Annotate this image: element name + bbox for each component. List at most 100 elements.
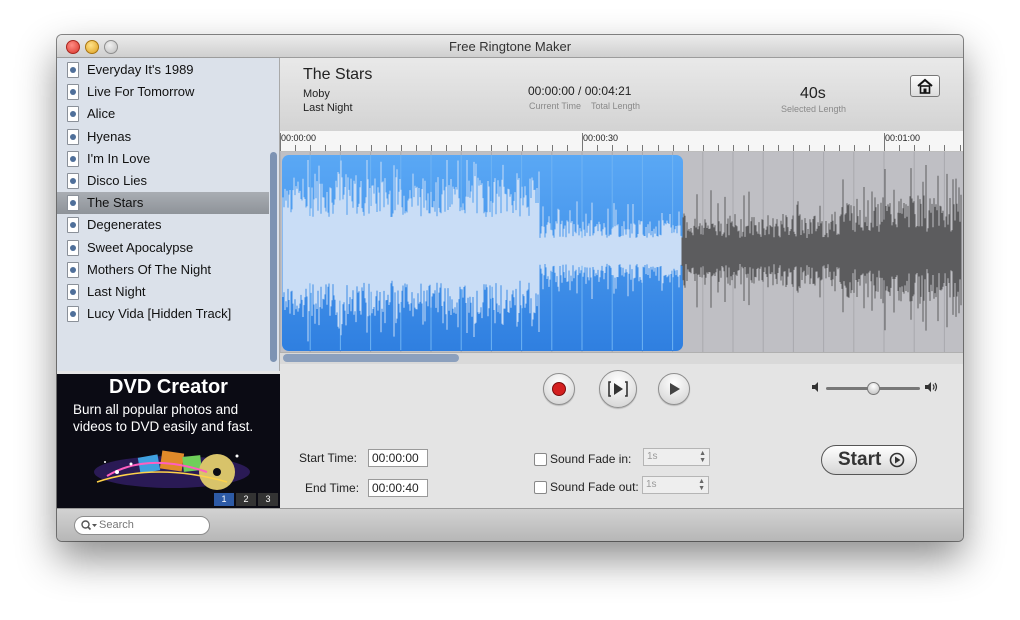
selected-length-value: 40s [800, 85, 826, 102]
track-item[interactable]: Last Night [57, 281, 269, 303]
music-file-icon [67, 284, 79, 300]
ruler-label: 00:01:00 [885, 133, 921, 143]
play-selection-button[interactable] [599, 370, 637, 408]
music-file-icon [67, 306, 79, 323]
ruler-tick [612, 145, 614, 151]
ruler-tick [521, 145, 523, 151]
ruler-tick [370, 145, 372, 151]
track-item[interactable]: I'm In Love [57, 148, 269, 170]
start-button[interactable]: Start [821, 445, 917, 475]
ruler-tick [627, 145, 629, 151]
unselected-waveform [681, 165, 962, 331]
track-item[interactable]: Disco Lies [57, 170, 269, 192]
ad-banner[interactable]: DVD Creator Burn all popular photos and … [57, 374, 280, 508]
play-button[interactable] [658, 373, 690, 405]
controls-panel: Start Time: End Time: Sound Fade in: 1s … [280, 364, 963, 508]
ruler-tick [672, 145, 674, 151]
ruler-tick [400, 145, 402, 151]
timeline-ruler[interactable]: 00:00:00 00:00:30 00:01:00 [280, 131, 963, 152]
ruler-tick [385, 145, 387, 151]
track-item[interactable]: Alice [57, 103, 269, 125]
music-file-icon [67, 239, 79, 256]
music-file-icon [67, 261, 79, 278]
ruler-tick [506, 145, 508, 151]
waveform-area[interactable] [279, 152, 963, 352]
ad-page-button[interactable]: 1 [214, 493, 234, 506]
ruler-tick [763, 145, 765, 151]
ruler-tick [461, 145, 463, 151]
fade-out-checkbox[interactable] [534, 481, 547, 494]
ruler-tick [929, 145, 931, 151]
stepper-arrows-icon[interactable]: ▲ ▼ [698, 478, 705, 492]
ruler-tick [733, 145, 734, 151]
music-file-icon [67, 128, 79, 145]
track-item[interactable]: Degenerates [57, 214, 269, 236]
ruler-tick [657, 145, 659, 151]
track-item[interactable]: Live For Tomorrow [57, 81, 269, 103]
track-item[interactable]: Mothers Of The Night [57, 259, 269, 281]
track-item[interactable]: Hyenas [57, 126, 269, 148]
track-label: Lucy Vida [Hidden Track] [87, 306, 232, 322]
waveform-scroll-thumb[interactable] [283, 354, 459, 362]
ruler-tick [415, 145, 417, 151]
ruler-label: 00:00:00 [281, 133, 317, 143]
fade-in-checkbox[interactable] [534, 453, 547, 466]
track-item[interactable]: Sweet Apocalypse [57, 237, 269, 259]
start-arrow-icon [889, 452, 905, 468]
ad-page-button[interactable]: 2 [236, 493, 256, 506]
ruler-tick [868, 145, 870, 151]
title-bar: Free Ringtone Maker [57, 35, 963, 58]
ruler-tick [778, 145, 780, 151]
stepper-arrows-icon[interactable]: ▲ ▼ [699, 450, 706, 464]
search-field[interactable] [74, 516, 210, 535]
music-file-icon [67, 106, 79, 123]
ruler-tick [340, 145, 342, 151]
track-item[interactable]: The Stars [57, 192, 269, 215]
ruler-tick [491, 145, 493, 151]
ruler-tick [838, 145, 840, 151]
ruler-tick [793, 145, 795, 151]
ruler-tick [899, 145, 901, 151]
end-time-input[interactable] [368, 479, 428, 497]
ad-page-button[interactable]: 3 [258, 493, 278, 506]
ruler-label: 00:00:30 [583, 133, 619, 143]
ruler-tick [687, 145, 689, 151]
track-label: Everyday It's 1989 [87, 62, 194, 77]
fade-in-stepper[interactable]: 1s ▲ ▼ [643, 448, 710, 466]
start-time-input[interactable] [368, 449, 428, 467]
home-button[interactable] [910, 75, 940, 97]
track-item[interactable]: Everyday It's 1989 [57, 59, 269, 81]
track-label: Sweet Apocalypse [87, 239, 194, 255]
fade-in-value: 1s [647, 451, 658, 462]
ruler-tick [325, 145, 327, 151]
track-item[interactable]: Lucy Vida [Hidden Track] [57, 303, 269, 325]
record-icon [552, 382, 566, 396]
music-file-icon [67, 195, 79, 212]
waveform-graphic [279, 152, 962, 352]
song-artist: Moby [303, 88, 330, 100]
ruler-tick [431, 145, 432, 151]
search-input[interactable] [99, 518, 203, 532]
music-file-icon [67, 217, 79, 234]
ruler-tick [642, 145, 644, 151]
bottom-bar [57, 508, 963, 541]
ruler-tick [808, 145, 810, 151]
fade-out-label: Sound Fade out: [550, 480, 639, 494]
ruler-tick [717, 145, 719, 151]
window-title: Free Ringtone Maker [448, 39, 572, 54]
track-list-scrollbar[interactable] [270, 152, 277, 362]
track-list: Everyday It's 1989 Live For Tomorrow Alice… [57, 58, 280, 371]
search-icon [81, 520, 97, 531]
waveform-scrollbar[interactable] [280, 352, 963, 364]
record-button[interactable] [543, 373, 575, 405]
song-info-header: The Stars Moby Last Night 00:00:00 / 00:… [280, 58, 963, 132]
current-time-label: Current Time [529, 101, 582, 111]
fade-out-value: 1s [646, 479, 657, 490]
home-icon [917, 78, 933, 94]
track-label: Last Night [87, 284, 146, 299]
music-file-icon [67, 173, 79, 189]
volume-slider-knob[interactable] [867, 382, 880, 395]
ad-artwork-icon [94, 450, 250, 490]
fade-out-stepper[interactable]: 1s ▲ ▼ [642, 476, 709, 494]
ruler-tick [702, 145, 704, 151]
